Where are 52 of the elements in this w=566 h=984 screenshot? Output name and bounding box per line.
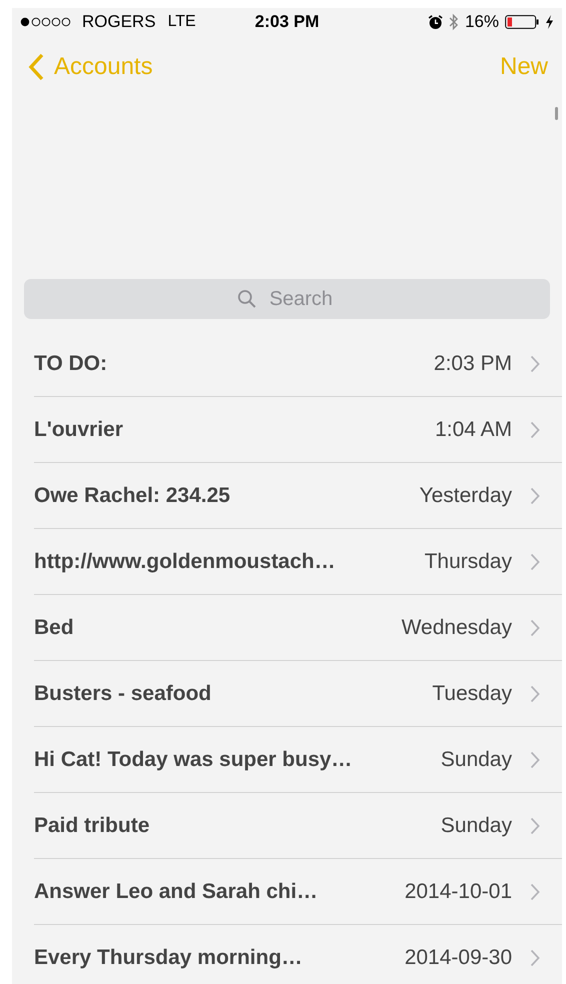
carrier-name: ROGERS: [82, 12, 156, 32]
note-list-item[interactable]: Bed Wednesday: [34, 595, 562, 661]
chevron-right-icon: [530, 684, 540, 702]
note-date: 2:03 PM: [434, 352, 512, 376]
status-time: 2:03 PM: [254, 12, 320, 32]
alarm-clock-icon: [428, 14, 443, 30]
chevron-right-icon: [530, 618, 540, 636]
chevron-left-icon: [28, 53, 44, 81]
note-date: Tuesday: [432, 682, 512, 706]
note-date: Wednesday: [401, 616, 512, 640]
note-date: 1:04 AM: [434, 418, 512, 442]
note-list-item[interactable]: L'ouvrier 1:04 AM: [34, 397, 562, 463]
note-date: 2014-10-01: [404, 880, 512, 904]
note-date: Yesterday: [419, 484, 512, 508]
note-title: http://www.goldenmoustach…: [34, 550, 336, 574]
bluetooth-icon: [448, 13, 459, 31]
chevron-right-icon: [530, 816, 540, 834]
note-list-item[interactable]: http://www.goldenmoustach… Thursday: [34, 529, 562, 595]
chevron-right-icon: [530, 948, 540, 966]
note-list-item[interactable]: Paid tribute Sunday: [34, 793, 562, 859]
note-date: Thursday: [424, 550, 512, 574]
note-title: Busters - seafood: [34, 682, 212, 706]
note-title: L'ouvrier: [34, 418, 124, 442]
note-title: Bed: [34, 616, 75, 640]
note-date: Sunday: [440, 814, 512, 838]
chevron-right-icon: [530, 354, 540, 372]
note-title: Answer Leo and Sarah chi…: [34, 880, 319, 904]
note-list-item[interactable]: Every Thursday morning… 2014-09-30: [34, 925, 562, 984]
note-title: TO DO:: [34, 352, 108, 376]
search-icon: [237, 289, 257, 309]
scroll-indicator: [555, 107, 558, 120]
note-title: Hi Cat! Today was super busy…: [34, 748, 354, 772]
note-title: Owe Rachel: 234.25: [34, 484, 232, 508]
battery-icon: [505, 15, 539, 29]
battery-percentage: 16%: [464, 12, 499, 32]
note-list-item[interactable]: Busters - seafood Tuesday: [34, 661, 562, 727]
search-field[interactable]: Search: [24, 279, 550, 319]
note-list-item[interactable]: Hi Cat! Today was super busy… Sunday: [34, 727, 562, 793]
chevron-right-icon: [530, 552, 540, 570]
note-list-item[interactable]: Answer Leo and Sarah chi… 2014-10-01: [34, 859, 562, 925]
note-title: Every Thursday morning…: [34, 946, 304, 970]
note-date: 2014-09-30: [404, 946, 512, 970]
chevron-right-icon: [530, 882, 540, 900]
note-title: Paid tribute: [34, 814, 151, 838]
chevron-right-icon: [530, 420, 540, 438]
network-type: LTE: [168, 13, 196, 31]
note-date: Sunday: [440, 748, 512, 772]
chevron-right-icon: [530, 750, 540, 768]
charging-bolt-icon: [545, 15, 554, 29]
note-list-item[interactable]: TO DO: 2:03 PM: [34, 331, 562, 397]
note-list-item[interactable]: Owe Rachel: 234.25 Yesterday: [34, 463, 562, 529]
chevron-right-icon: [530, 486, 540, 504]
